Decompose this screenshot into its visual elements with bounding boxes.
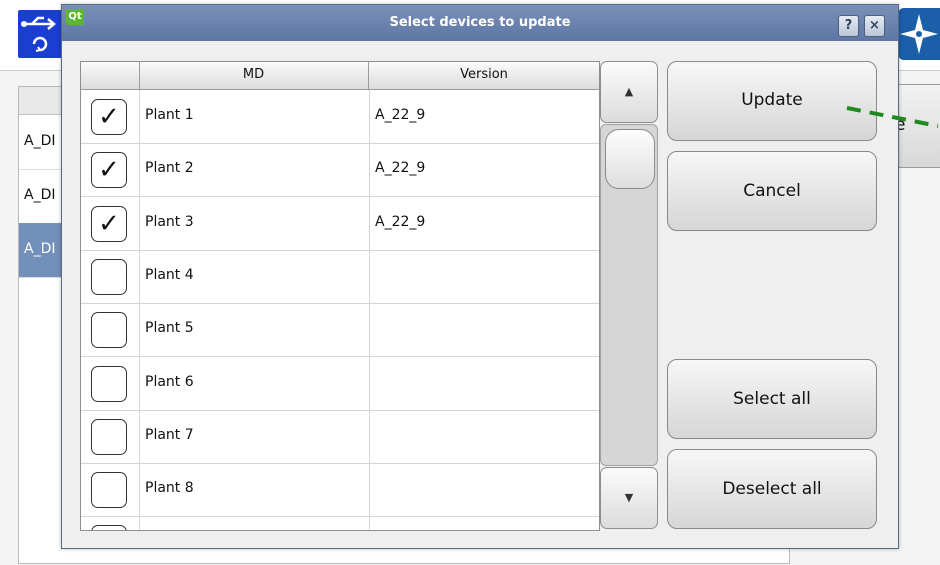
md-cell: Plant 1: [139, 90, 370, 143]
md-cell: Plant 6: [139, 356, 370, 410]
version-cell: [369, 303, 599, 356]
device-checkbox[interactable]: [91, 525, 127, 530]
device-checkbox[interactable]: [91, 365, 127, 402]
check-cell: ✓: [81, 90, 140, 143]
check-cell: [81, 463, 140, 517]
table-header: MD Version: [81, 62, 599, 90]
checkmark-icon: [92, 367, 126, 401]
checkmark-icon: [92, 420, 126, 454]
device-checkbox[interactable]: ✓: [91, 99, 127, 135]
select-devices-dialog: Qt Select devices to update ? × MD Versi…: [61, 4, 899, 549]
device-checkbox[interactable]: [91, 258, 127, 295]
table-row[interactable]: Plant 6: [81, 356, 599, 411]
version-cell: [369, 463, 599, 516]
version-cell: [369, 250, 599, 303]
scroll-up-button[interactable]: ▲: [600, 61, 658, 123]
table-row-partial[interactable]: [81, 516, 599, 530]
check-cell: [81, 516, 140, 530]
check-cell: [81, 303, 140, 357]
scroll-handle[interactable]: [605, 129, 655, 189]
deselect-all-button[interactable]: Deselect all: [667, 449, 877, 529]
check-cell: [81, 249, 140, 303]
version-cell: A_22_9: [375, 213, 426, 230]
dialog-title-bar[interactable]: Qt Select devices to update ? ×: [62, 5, 898, 41]
compass-logo-icon: [898, 8, 940, 60]
device-checkbox[interactable]: ✓: [91, 205, 127, 242]
device-checkbox[interactable]: [91, 472, 127, 509]
select-all-button[interactable]: Select all: [667, 359, 877, 439]
checkmark-icon: ✓: [98, 208, 120, 239]
checkmark-icon: [92, 313, 126, 347]
table-row[interactable]: ✓ Plant 2 A_22_9: [81, 143, 599, 198]
header-check-column[interactable]: [81, 62, 140, 89]
check-cell: [81, 409, 140, 463]
md-cell: Plant 2: [139, 143, 370, 197]
checkmark-icon: ✓: [98, 102, 120, 132]
checkmark-icon: [92, 473, 126, 507]
md-cell: [139, 516, 370, 530]
scroll-down-button[interactable]: ▼: [600, 467, 658, 529]
scroll-track[interactable]: [600, 124, 658, 466]
md-cell: Plant 7: [139, 409, 370, 463]
help-button[interactable]: ?: [838, 15, 859, 37]
checkmark-icon: ✓: [98, 155, 120, 186]
close-button[interactable]: ×: [864, 15, 885, 37]
header-md[interactable]: MD: [139, 62, 369, 89]
table-row[interactable]: ✓ Plant 3 A_22_9: [81, 196, 599, 251]
version-cell: [369, 410, 599, 463]
annotation-dashed-line: [846, 106, 939, 128]
md-cell: Plant 3: [139, 196, 370, 250]
md-cell: Plant 8: [139, 463, 370, 517]
check-cell: ✓: [81, 196, 140, 250]
table-row[interactable]: Plant 4: [81, 249, 599, 304]
check-cell: ✓: [81, 143, 140, 197]
version-cell: [369, 357, 599, 410]
checkmark-icon: [92, 260, 126, 294]
md-cell: Plant 4: [139, 249, 370, 303]
device-checkbox[interactable]: [91, 418, 127, 455]
device-checkbox[interactable]: ✓: [91, 152, 127, 189]
md-cell: Plant 5: [139, 303, 370, 357]
table-scrollbar[interactable]: ▲ ▼: [600, 61, 658, 529]
devices-table: MD Version ✓ Plant 1 A_22_9 ✓ Plant 2 A_22_9 ✓…: [80, 61, 600, 531]
version-cell: A_22_9: [375, 160, 426, 177]
table-row[interactable]: Plant 7: [81, 409, 599, 464]
version-cell: A_22_9: [375, 107, 426, 123]
check-cell: [81, 356, 140, 410]
table-row[interactable]: Plant 8: [81, 463, 599, 518]
device-checkbox[interactable]: [91, 312, 127, 349]
table-row[interactable]: ✓ Plant 1 A_22_9: [81, 90, 599, 144]
usb-sync-icon[interactable]: [18, 10, 62, 58]
dialog-title: Select devices to update: [389, 15, 571, 30]
table-row[interactable]: Plant 5: [81, 303, 599, 358]
header-version[interactable]: Version: [369, 62, 599, 89]
cancel-button[interactable]: Cancel: [667, 151, 877, 231]
